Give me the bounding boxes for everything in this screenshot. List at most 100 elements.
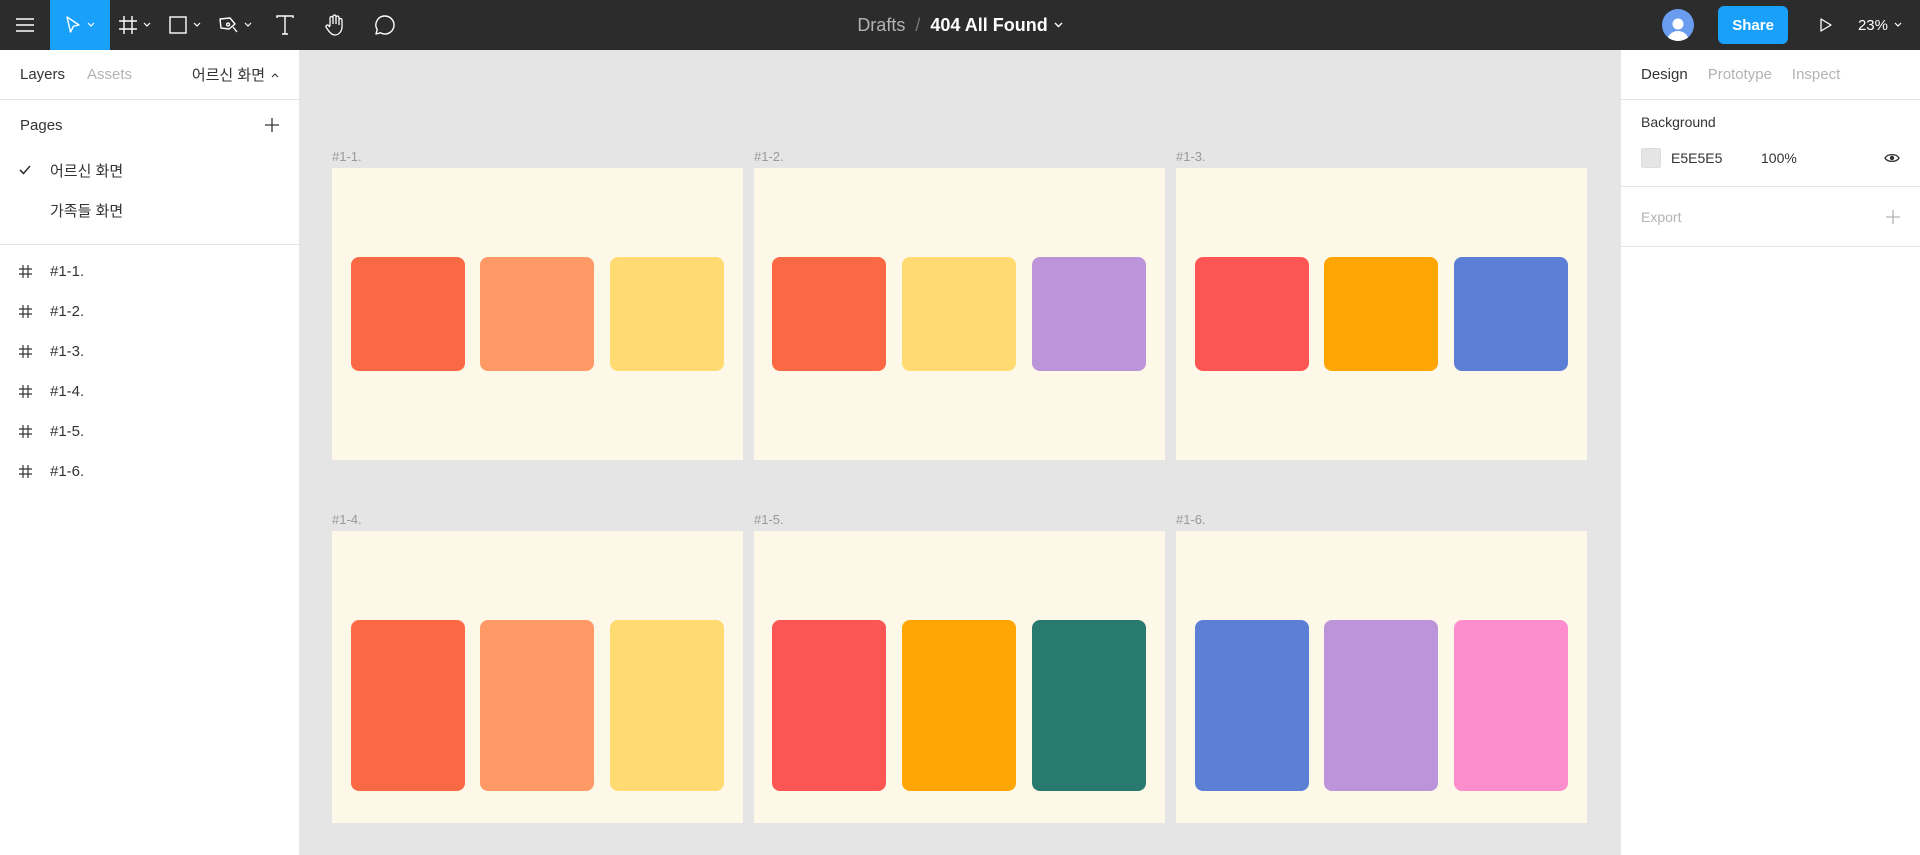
- color-swatch[interactable]: [1032, 620, 1146, 791]
- frame-hash-icon: [0, 384, 50, 398]
- color-swatch[interactable]: [1454, 620, 1568, 791]
- frame-label[interactable]: #1-6.: [1176, 512, 1206, 527]
- pen-tool-button[interactable]: [210, 0, 260, 50]
- frame[interactable]: [754, 168, 1165, 460]
- current-page-label: 어르신 화면: [191, 67, 265, 84]
- color-swatch[interactable]: [772, 257, 886, 371]
- frame-hash-icon: [0, 344, 50, 358]
- hand-tool-button[interactable]: [310, 0, 360, 50]
- frame-label[interactable]: #1-2.: [754, 149, 784, 164]
- color-swatch[interactable]: [902, 257, 1016, 371]
- toolbar-right: Share 23%: [1662, 0, 1920, 50]
- move-tool-button[interactable]: [50, 0, 110, 50]
- layer-item[interactable]: #1-6.: [0, 451, 299, 491]
- frame-hash-icon: [0, 304, 50, 318]
- frame-label[interactable]: #1-3.: [1176, 149, 1206, 164]
- layer-item[interactable]: #1-1.: [0, 251, 299, 291]
- pages-section: Pages 어르신 화면 가족들 화면: [0, 100, 299, 245]
- frame-hash-icon: [0, 464, 50, 478]
- layer-item[interactable]: #1-4.: [0, 371, 299, 411]
- background-fill-row: E5E5E5 100%: [1641, 148, 1900, 168]
- frame[interactable]: [1176, 531, 1587, 823]
- right-panel: Design Prototype Inspect Background E5E5…: [1620, 50, 1920, 855]
- layer-item-label: #1-3.: [50, 342, 85, 360]
- color-swatch[interactable]: [1195, 620, 1309, 791]
- background-color-chip[interactable]: [1641, 148, 1661, 168]
- tab-assets[interactable]: Assets: [87, 66, 132, 83]
- chevron-down-icon: [1894, 22, 1902, 27]
- layer-item-label: #1-5.: [50, 422, 85, 440]
- frame-label[interactable]: #1-1.: [332, 149, 362, 164]
- user-icon: [1667, 18, 1690, 41]
- left-panel-tabs: Layers Assets 어르신 화면: [0, 50, 299, 100]
- left-panel: Layers Assets 어르신 화면 Pages 어르신 화면 가족들 화면…: [0, 50, 300, 855]
- frame-hash-icon: [0, 424, 50, 438]
- share-button[interactable]: Share: [1718, 6, 1788, 44]
- zoom-level: 23%: [1857, 16, 1888, 34]
- layer-item[interactable]: #1-5.: [0, 411, 299, 451]
- checkmark-icon: [0, 165, 50, 175]
- layer-item-label: #1-6.: [50, 462, 85, 480]
- file-name-button[interactable]: 404 All Found: [930, 14, 1063, 36]
- add-page-button[interactable]: [265, 118, 279, 132]
- chevron-down-icon: [244, 22, 252, 27]
- page-item[interactable]: 어르신 화면: [0, 150, 299, 190]
- color-swatch[interactable]: [1324, 257, 1438, 371]
- text-t-icon: [276, 15, 294, 35]
- play-icon: [1820, 18, 1832, 32]
- frame[interactable]: [1176, 168, 1587, 460]
- tab-prototype[interactable]: Prototype: [1708, 66, 1772, 83]
- color-swatch[interactable]: [1195, 257, 1309, 371]
- tab-inspect[interactable]: Inspect: [1792, 66, 1840, 83]
- breadcrumb-drafts[interactable]: Drafts: [857, 15, 905, 36]
- rectangle-icon: [169, 16, 187, 34]
- background-section: Background E5E5E5 100%: [1621, 100, 1920, 187]
- layer-item[interactable]: #1-2.: [0, 291, 299, 331]
- toolbar: Drafts / 404 All Found Share 23%: [0, 0, 1920, 50]
- frame-tool-button[interactable]: [110, 0, 160, 50]
- layer-item-label: #1-2.: [50, 302, 85, 320]
- user-avatar[interactable]: [1662, 9, 1695, 41]
- visibility-toggle[interactable]: [1884, 152, 1900, 164]
- pen-nib-icon: [219, 17, 238, 33]
- layer-item-label: #1-1.: [50, 262, 85, 280]
- color-swatch[interactable]: [1032, 257, 1146, 371]
- background-title: Background: [1641, 114, 1716, 130]
- tab-design[interactable]: Design: [1641, 66, 1688, 83]
- tab-layers[interactable]: Layers: [20, 66, 65, 83]
- canvas[interactable]: #1-1. #1-2. #1-3. #1-4. #1-5. #1-6.: [300, 50, 1620, 855]
- color-swatch[interactable]: [351, 257, 465, 371]
- page-item-label: 어르신 화면: [50, 162, 124, 180]
- frame-label[interactable]: #1-4.: [332, 512, 362, 527]
- background-hex-input[interactable]: E5E5E5: [1671, 150, 1761, 166]
- layer-item[interactable]: #1-3.: [0, 331, 299, 371]
- page-item[interactable]: 가족들 화면: [0, 190, 299, 230]
- present-button[interactable]: [1806, 18, 1846, 32]
- color-swatch[interactable]: [610, 620, 724, 791]
- page-switcher[interactable]: 어르신 화면: [192, 64, 279, 85]
- color-swatch[interactable]: [902, 620, 1016, 791]
- color-swatch[interactable]: [610, 257, 724, 371]
- plus-icon: [1886, 209, 1900, 224]
- text-tool-button[interactable]: [260, 0, 310, 50]
- color-swatch[interactable]: [1454, 257, 1568, 371]
- shape-tool-button[interactable]: [160, 0, 210, 50]
- frame[interactable]: [332, 531, 743, 823]
- comment-tool-button[interactable]: [360, 0, 410, 50]
- zoom-dropdown[interactable]: 23%: [1858, 17, 1902, 34]
- color-swatch[interactable]: [480, 620, 594, 791]
- color-swatch[interactable]: [772, 620, 886, 791]
- frame[interactable]: [754, 531, 1165, 823]
- color-swatch[interactable]: [480, 257, 594, 371]
- color-swatch[interactable]: [351, 620, 465, 791]
- add-export-button[interactable]: [1886, 209, 1900, 224]
- frame-hash-icon: [119, 16, 137, 34]
- cursor-arrow-icon: [66, 16, 80, 33]
- chevron-up-icon: [271, 72, 279, 77]
- background-opacity-input[interactable]: 100%: [1761, 150, 1797, 166]
- frame[interactable]: [332, 168, 743, 460]
- frame-label[interactable]: #1-5.: [754, 512, 784, 527]
- file-name: 404 All Found: [930, 14, 1048, 35]
- color-swatch[interactable]: [1324, 620, 1438, 791]
- main-menu-button[interactable]: [0, 0, 50, 50]
